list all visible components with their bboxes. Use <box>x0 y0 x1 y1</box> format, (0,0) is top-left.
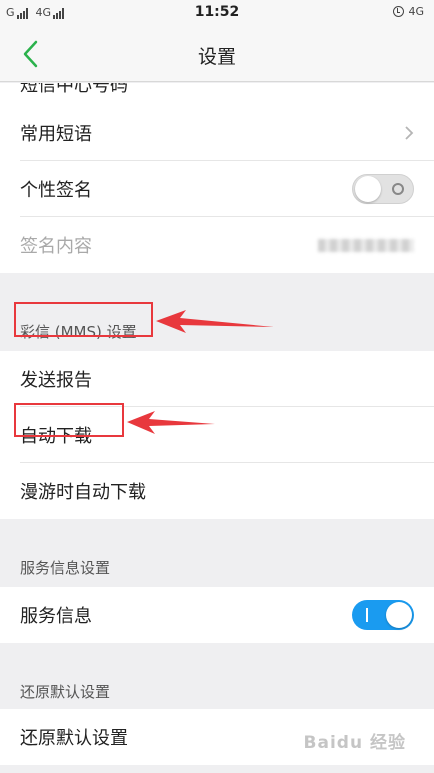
blurred-signature-value <box>318 239 414 252</box>
list-item-label: 发送报告 <box>20 370 92 391</box>
arrow-icon <box>156 310 274 333</box>
list-item-signature-content[interactable]: 签名内容 <box>0 217 434 273</box>
highlight-box-mms-header <box>14 302 153 337</box>
list-item-service-info[interactable]: 服务信息 <box>0 587 434 643</box>
list-item-label: 漫游时自动下载 <box>20 482 146 503</box>
chevron-right-icon <box>405 126 414 140</box>
network-label: 4G <box>408 5 424 18</box>
highlight-box-auto-download <box>14 403 124 437</box>
alarm-icon <box>393 6 405 17</box>
list-item-roaming-auto-download[interactable]: 漫游时自动下载 <box>0 463 434 519</box>
list-item-label: 服务信息 <box>20 606 92 627</box>
section-header-label: 服务信息设置 <box>20 559 111 577</box>
list-item-label: 常用短语 <box>20 124 92 145</box>
list-item-cut-off[interactable]: 短信中心号码 <box>0 83 434 105</box>
section-header-label: 还原默认设置 <box>20 683 111 701</box>
service-info-toggle[interactable] <box>352 600 414 630</box>
list-item-common-phrases[interactable]: 常用短语 <box>0 105 434 161</box>
list-item-label: 签名内容 <box>20 236 92 257</box>
arrow-icon <box>127 411 215 434</box>
nav-bar: 设置 <box>0 26 434 82</box>
list-item-signature[interactable]: 个性签名 <box>0 161 434 217</box>
watermark: Baidu 经验 <box>304 728 406 753</box>
status-right: 4G <box>393 5 424 18</box>
watermark-text: Baidu 经验 <box>303 733 406 753</box>
list-item-label: 个性签名 <box>20 180 92 201</box>
toggle-knob <box>355 176 381 202</box>
list-item-label: 还原默认设置 <box>20 728 128 749</box>
toggle-knob <box>386 602 412 628</box>
signature-toggle[interactable] <box>352 174 414 204</box>
list-item-delivery-report[interactable]: 发送报告 <box>0 351 434 407</box>
toggle-off-mark-icon <box>392 183 404 195</box>
status-bar: G 4G 11:52 4G <box>0 0 434 26</box>
section-header-service: 服务信息设置 <box>0 553 434 587</box>
status-time: 11:52 <box>194 4 240 20</box>
toggle-on-mark-icon <box>366 608 368 622</box>
page-title: 设置 <box>197 46 236 68</box>
section-header-restore: 还原默认设置 <box>0 677 434 709</box>
list-item-label: 短信中心号码 <box>20 83 128 96</box>
